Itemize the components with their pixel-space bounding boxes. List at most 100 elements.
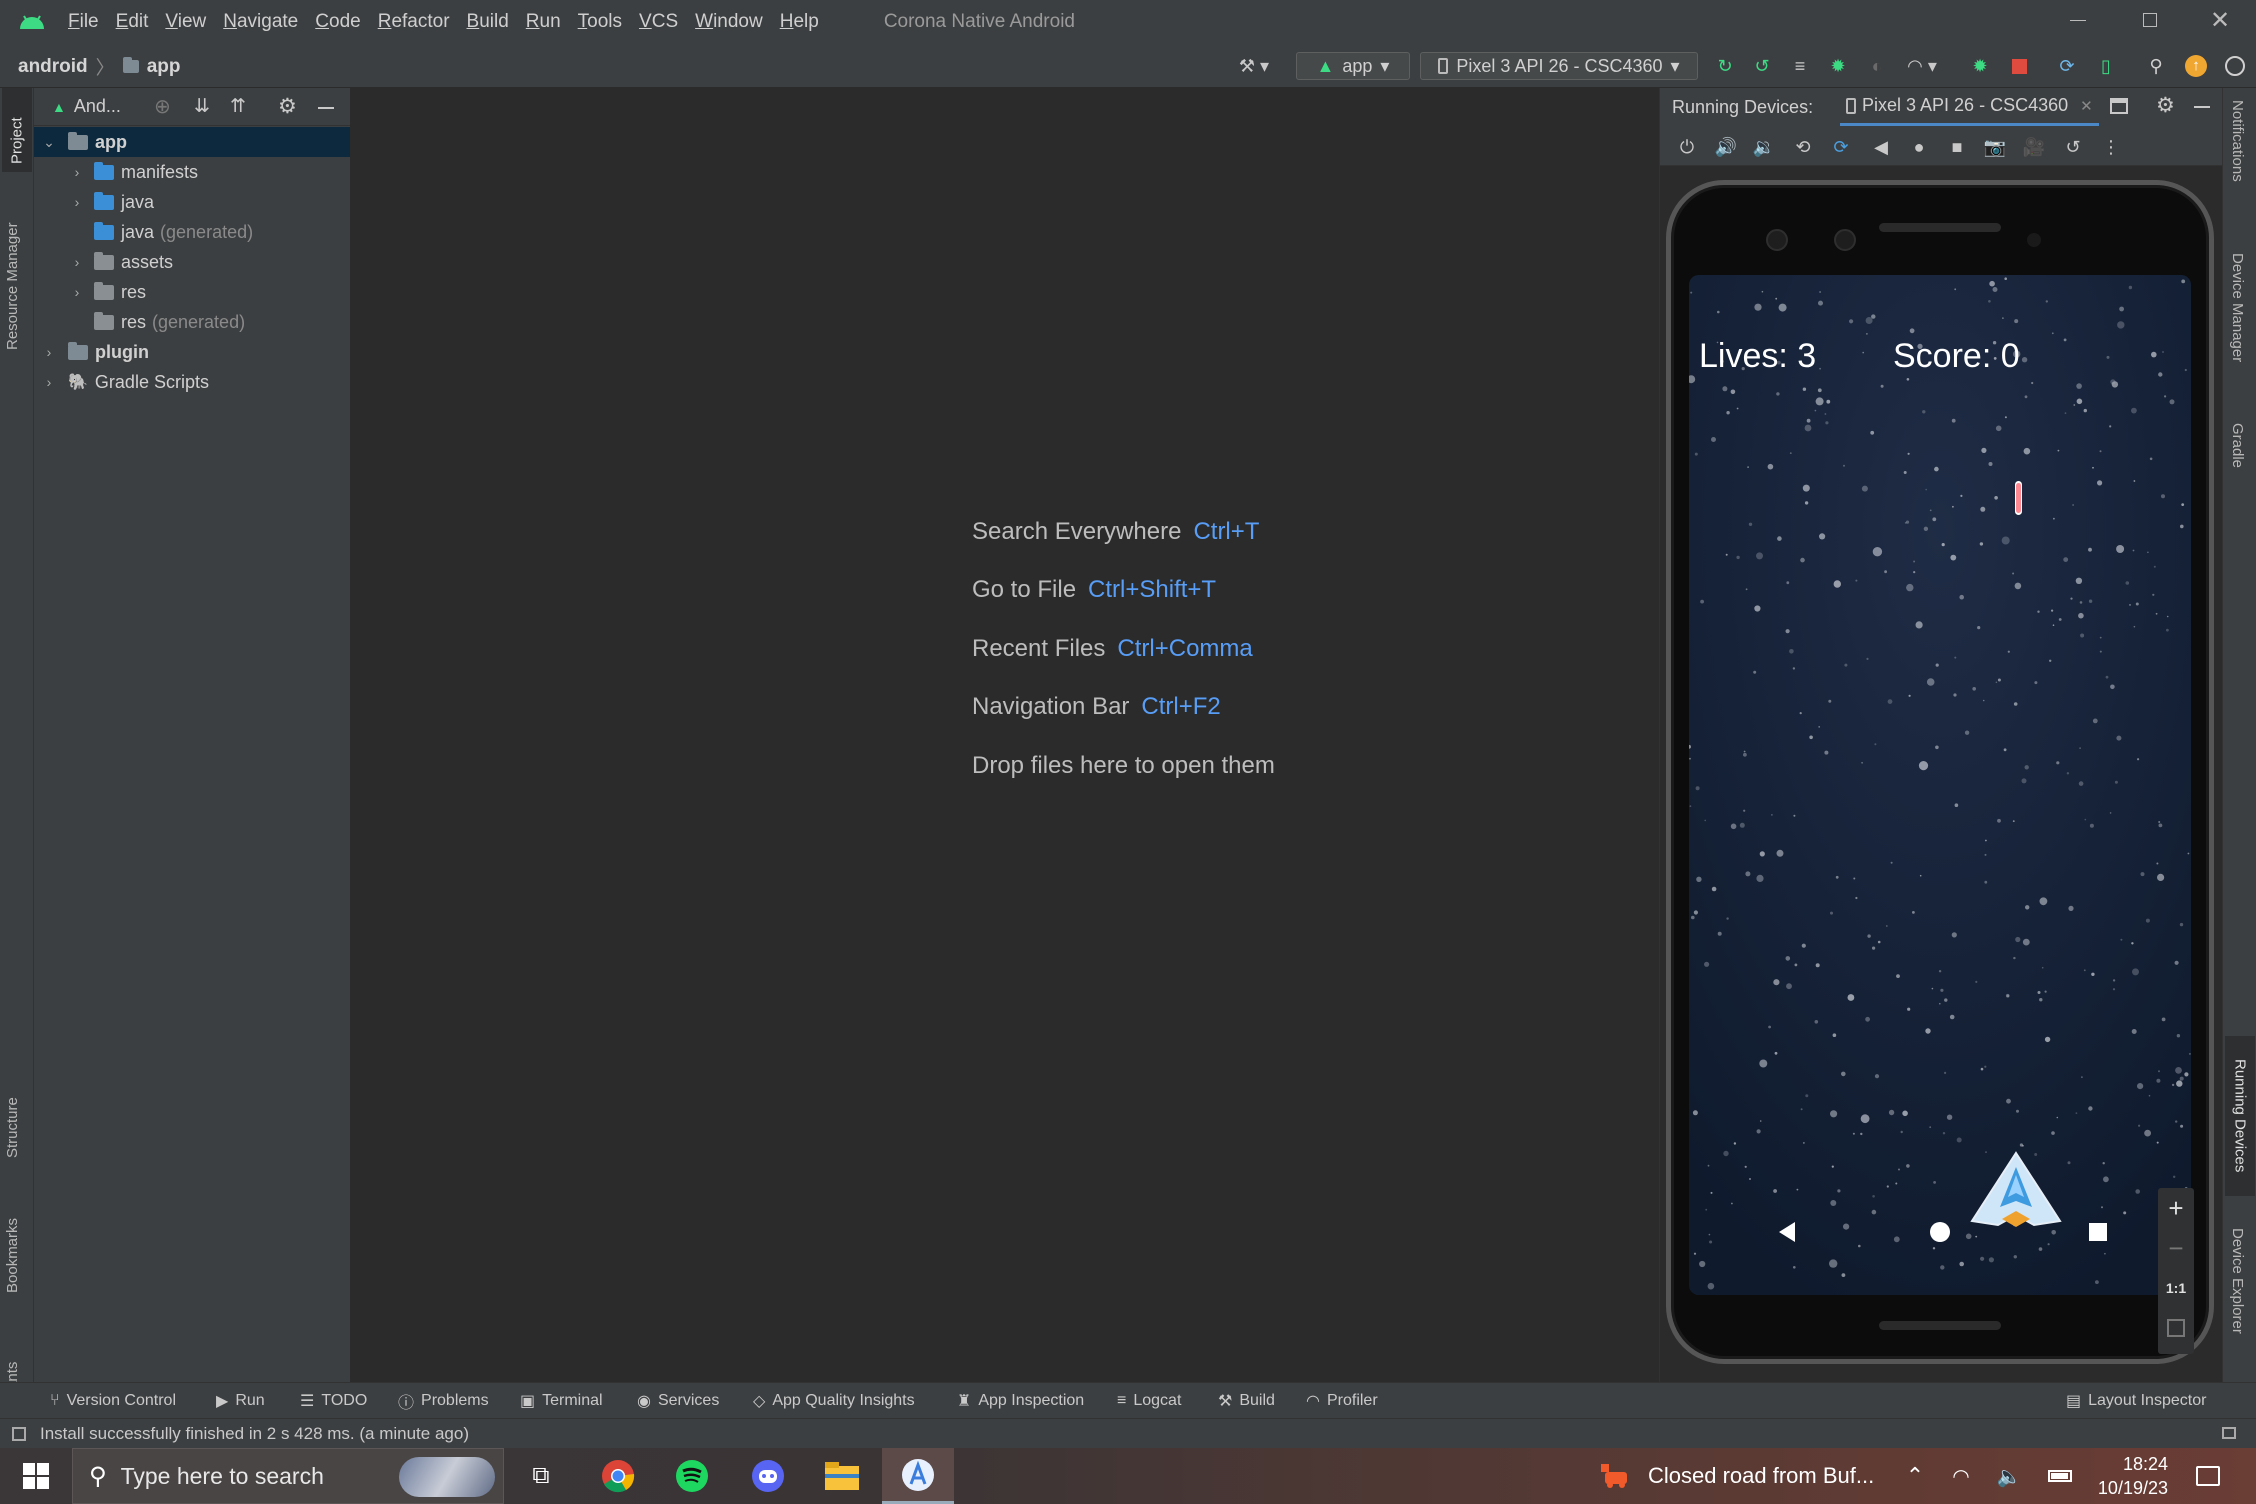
run-config-dropdown[interactable]: ▲ app ▾ xyxy=(1296,52,1410,80)
project-view-selector[interactable]: And... xyxy=(74,96,121,117)
tab-running-devices[interactable]: Running Devices xyxy=(2225,1036,2255,1196)
tab-device-manager[interactable]: Device Manager xyxy=(2229,253,2246,385)
show-hidden-icons-icon[interactable]: ⌃ xyxy=(1900,1448,1930,1504)
chevron-right-icon[interactable]: › xyxy=(70,164,84,180)
rotate-right-icon[interactable]: ⟳ xyxy=(1828,134,1854,160)
taskbar-search-box[interactable]: ⚲ Type here to search xyxy=(72,1448,504,1504)
hide-icon[interactable] xyxy=(2194,106,2210,108)
menu-file[interactable]: File xyxy=(68,11,99,33)
traffic-alert-icon[interactable] xyxy=(1596,1448,1636,1504)
coverage-icon[interactable]: ≡ xyxy=(1787,52,1813,80)
menu-view[interactable]: View xyxy=(165,11,206,33)
menu-vcs[interactable]: VCS xyxy=(639,11,678,33)
tab-gradle[interactable]: Gradle xyxy=(2229,423,2246,493)
tree-item-assets[interactable]: › assets xyxy=(34,247,350,277)
menu-build[interactable]: Build xyxy=(467,11,509,33)
tree-item-app[interactable]: ⌄ app xyxy=(34,127,350,157)
chevron-right-icon[interactable]: › xyxy=(70,194,84,210)
tree-item-java-generated[interactable]: java (generated) xyxy=(34,217,350,247)
menu-refactor[interactable]: Refactor xyxy=(378,11,450,33)
spotify-icon[interactable] xyxy=(664,1448,720,1504)
menu-window[interactable]: Window xyxy=(695,11,763,33)
layout-icon[interactable] xyxy=(2110,98,2128,114)
tree-item-manifests[interactable]: › manifests xyxy=(34,157,350,187)
wifi-icon[interactable]: ◠ xyxy=(1946,1448,1976,1504)
chevron-down-icon[interactable]: ⌄ xyxy=(42,134,56,151)
attach-debugger-icon[interactable]: ◠ ▾ xyxy=(1902,52,1942,80)
menu-run[interactable]: Run xyxy=(526,11,561,33)
tool-services[interactable]: ◉ Services xyxy=(637,1383,719,1419)
menu-code[interactable]: Code xyxy=(315,11,360,33)
device-manager-icon[interactable]: ▯ xyxy=(2093,52,2119,80)
profile-icon[interactable]: ◐ xyxy=(1864,52,1890,80)
restore-button[interactable] xyxy=(2143,13,2157,27)
volume-up-icon[interactable]: 🔊 xyxy=(1713,134,1739,160)
screenshot-icon[interactable]: 📷 xyxy=(1982,134,2008,160)
close-button[interactable]: ✕ xyxy=(2210,6,2230,35)
emulator-screen[interactable]: Lives: 3 Score: 0 xyxy=(1689,275,2191,1295)
home-icon[interactable]: ● xyxy=(1906,134,1932,160)
account-icon[interactable] xyxy=(2222,52,2248,80)
tool-build[interactable]: ⚒ Build xyxy=(1218,1383,1275,1419)
expand-all-icon[interactable]: ⇊ xyxy=(194,95,210,118)
hide-icon[interactable] xyxy=(318,107,334,109)
close-tab-icon[interactable]: ✕ xyxy=(2080,97,2093,115)
chevron-right-icon[interactable]: › xyxy=(42,374,56,390)
tool-layout-inspector[interactable]: ▤ Layout Inspector xyxy=(2066,1383,2206,1419)
memory-indicator-icon[interactable] xyxy=(2222,1427,2236,1439)
chevron-right-icon[interactable]: › xyxy=(70,284,84,300)
breadcrumb-root[interactable]: android xyxy=(18,56,88,78)
apply-changes-icon[interactable]: ↻ xyxy=(1712,52,1738,80)
tab-structure[interactable]: Structure xyxy=(4,1068,21,1158)
chrome-icon[interactable] xyxy=(590,1448,646,1504)
tool-logcat[interactable]: ≡ Logcat xyxy=(1117,1383,1181,1419)
tool-todo[interactable]: ☰ TODO xyxy=(300,1383,367,1419)
status-message[interactable]: Install successfully finished in 2 s 428… xyxy=(40,1424,469,1444)
apply-code-changes-icon[interactable]: ↺ xyxy=(1749,52,1775,80)
tree-item-plugin[interactable]: › plugin xyxy=(34,337,350,367)
tool-profiler[interactable]: ◠ Profiler xyxy=(1306,1383,1378,1419)
update-icon[interactable]: ↑ xyxy=(2183,52,2209,80)
tree-item-gradle-scripts[interactable]: › 🐘 Gradle Scripts xyxy=(34,367,350,397)
overview-icon[interactable]: ■ xyxy=(1944,134,1970,160)
tool-run[interactable]: ▶ Run xyxy=(216,1383,265,1419)
tool-version-control[interactable]: ⑂ Version Control xyxy=(50,1383,176,1419)
tree-item-res-generated[interactable]: res (generated) xyxy=(34,307,350,337)
tool-problems[interactable]: ⓘ Problems xyxy=(398,1383,489,1419)
file-explorer-icon[interactable] xyxy=(814,1448,870,1504)
tree-item-res[interactable]: › res xyxy=(34,277,350,307)
back-icon[interactable]: ◀ xyxy=(1868,134,1894,160)
gear-icon[interactable]: ⚙ xyxy=(2156,93,2175,118)
task-view-icon[interactable]: ⧉ xyxy=(516,1448,566,1504)
tab-project[interactable]: Project xyxy=(2,88,32,172)
menu-tools[interactable]: Tools xyxy=(578,11,622,33)
fit-screen-icon[interactable] xyxy=(2158,1308,2194,1348)
snapshot-icon[interactable]: ↺ xyxy=(2060,134,2086,160)
hammer-icon[interactable]: ⚒ ▾ xyxy=(1232,52,1276,80)
more-options-icon[interactable]: ⋮ xyxy=(2098,134,2124,160)
discord-icon[interactable] xyxy=(740,1448,796,1504)
collapse-all-icon[interactable]: ⇈ xyxy=(230,95,246,118)
menu-help[interactable]: Help xyxy=(780,11,819,33)
volume-icon[interactable]: 🔈 xyxy=(1994,1448,2024,1504)
menu-edit[interactable]: Edit xyxy=(116,11,149,33)
tool-terminal[interactable]: ▣ Terminal xyxy=(520,1383,603,1419)
menu-navigate[interactable]: Navigate xyxy=(223,11,298,33)
volume-down-icon[interactable]: 🔉 xyxy=(1751,134,1777,160)
action-center-icon[interactable] xyxy=(2186,1448,2230,1504)
minimize-button[interactable] xyxy=(2070,20,2086,21)
power-icon[interactable]: ⏻ xyxy=(1674,134,1700,160)
tab-notifications[interactable]: Notifications xyxy=(2229,100,2246,230)
zoom-in-icon[interactable]: + xyxy=(2158,1188,2194,1228)
battery-icon[interactable] xyxy=(2042,1448,2078,1504)
rotate-left-icon[interactable]: ⟲ xyxy=(1790,134,1816,160)
device-tab[interactable]: Pixel 3 API 26 - CSC4360 ✕ xyxy=(1840,88,2099,126)
tab-device-explorer[interactable]: Device Explorer xyxy=(2229,1228,2246,1363)
target-icon[interactable]: ⊕ xyxy=(154,94,171,119)
tab-bookmarks[interactable]: Bookmarks xyxy=(4,1188,21,1293)
android-studio-taskbar-icon[interactable] xyxy=(882,1448,954,1504)
tab-resource-manager[interactable]: Resource Manager xyxy=(4,198,21,350)
tool-app-inspection[interactable]: ♜ App Inspection xyxy=(957,1383,1084,1419)
traffic-notification[interactable]: Closed road from Buf... xyxy=(1648,1463,1874,1489)
zoom-out-icon[interactable]: − xyxy=(2158,1228,2194,1268)
